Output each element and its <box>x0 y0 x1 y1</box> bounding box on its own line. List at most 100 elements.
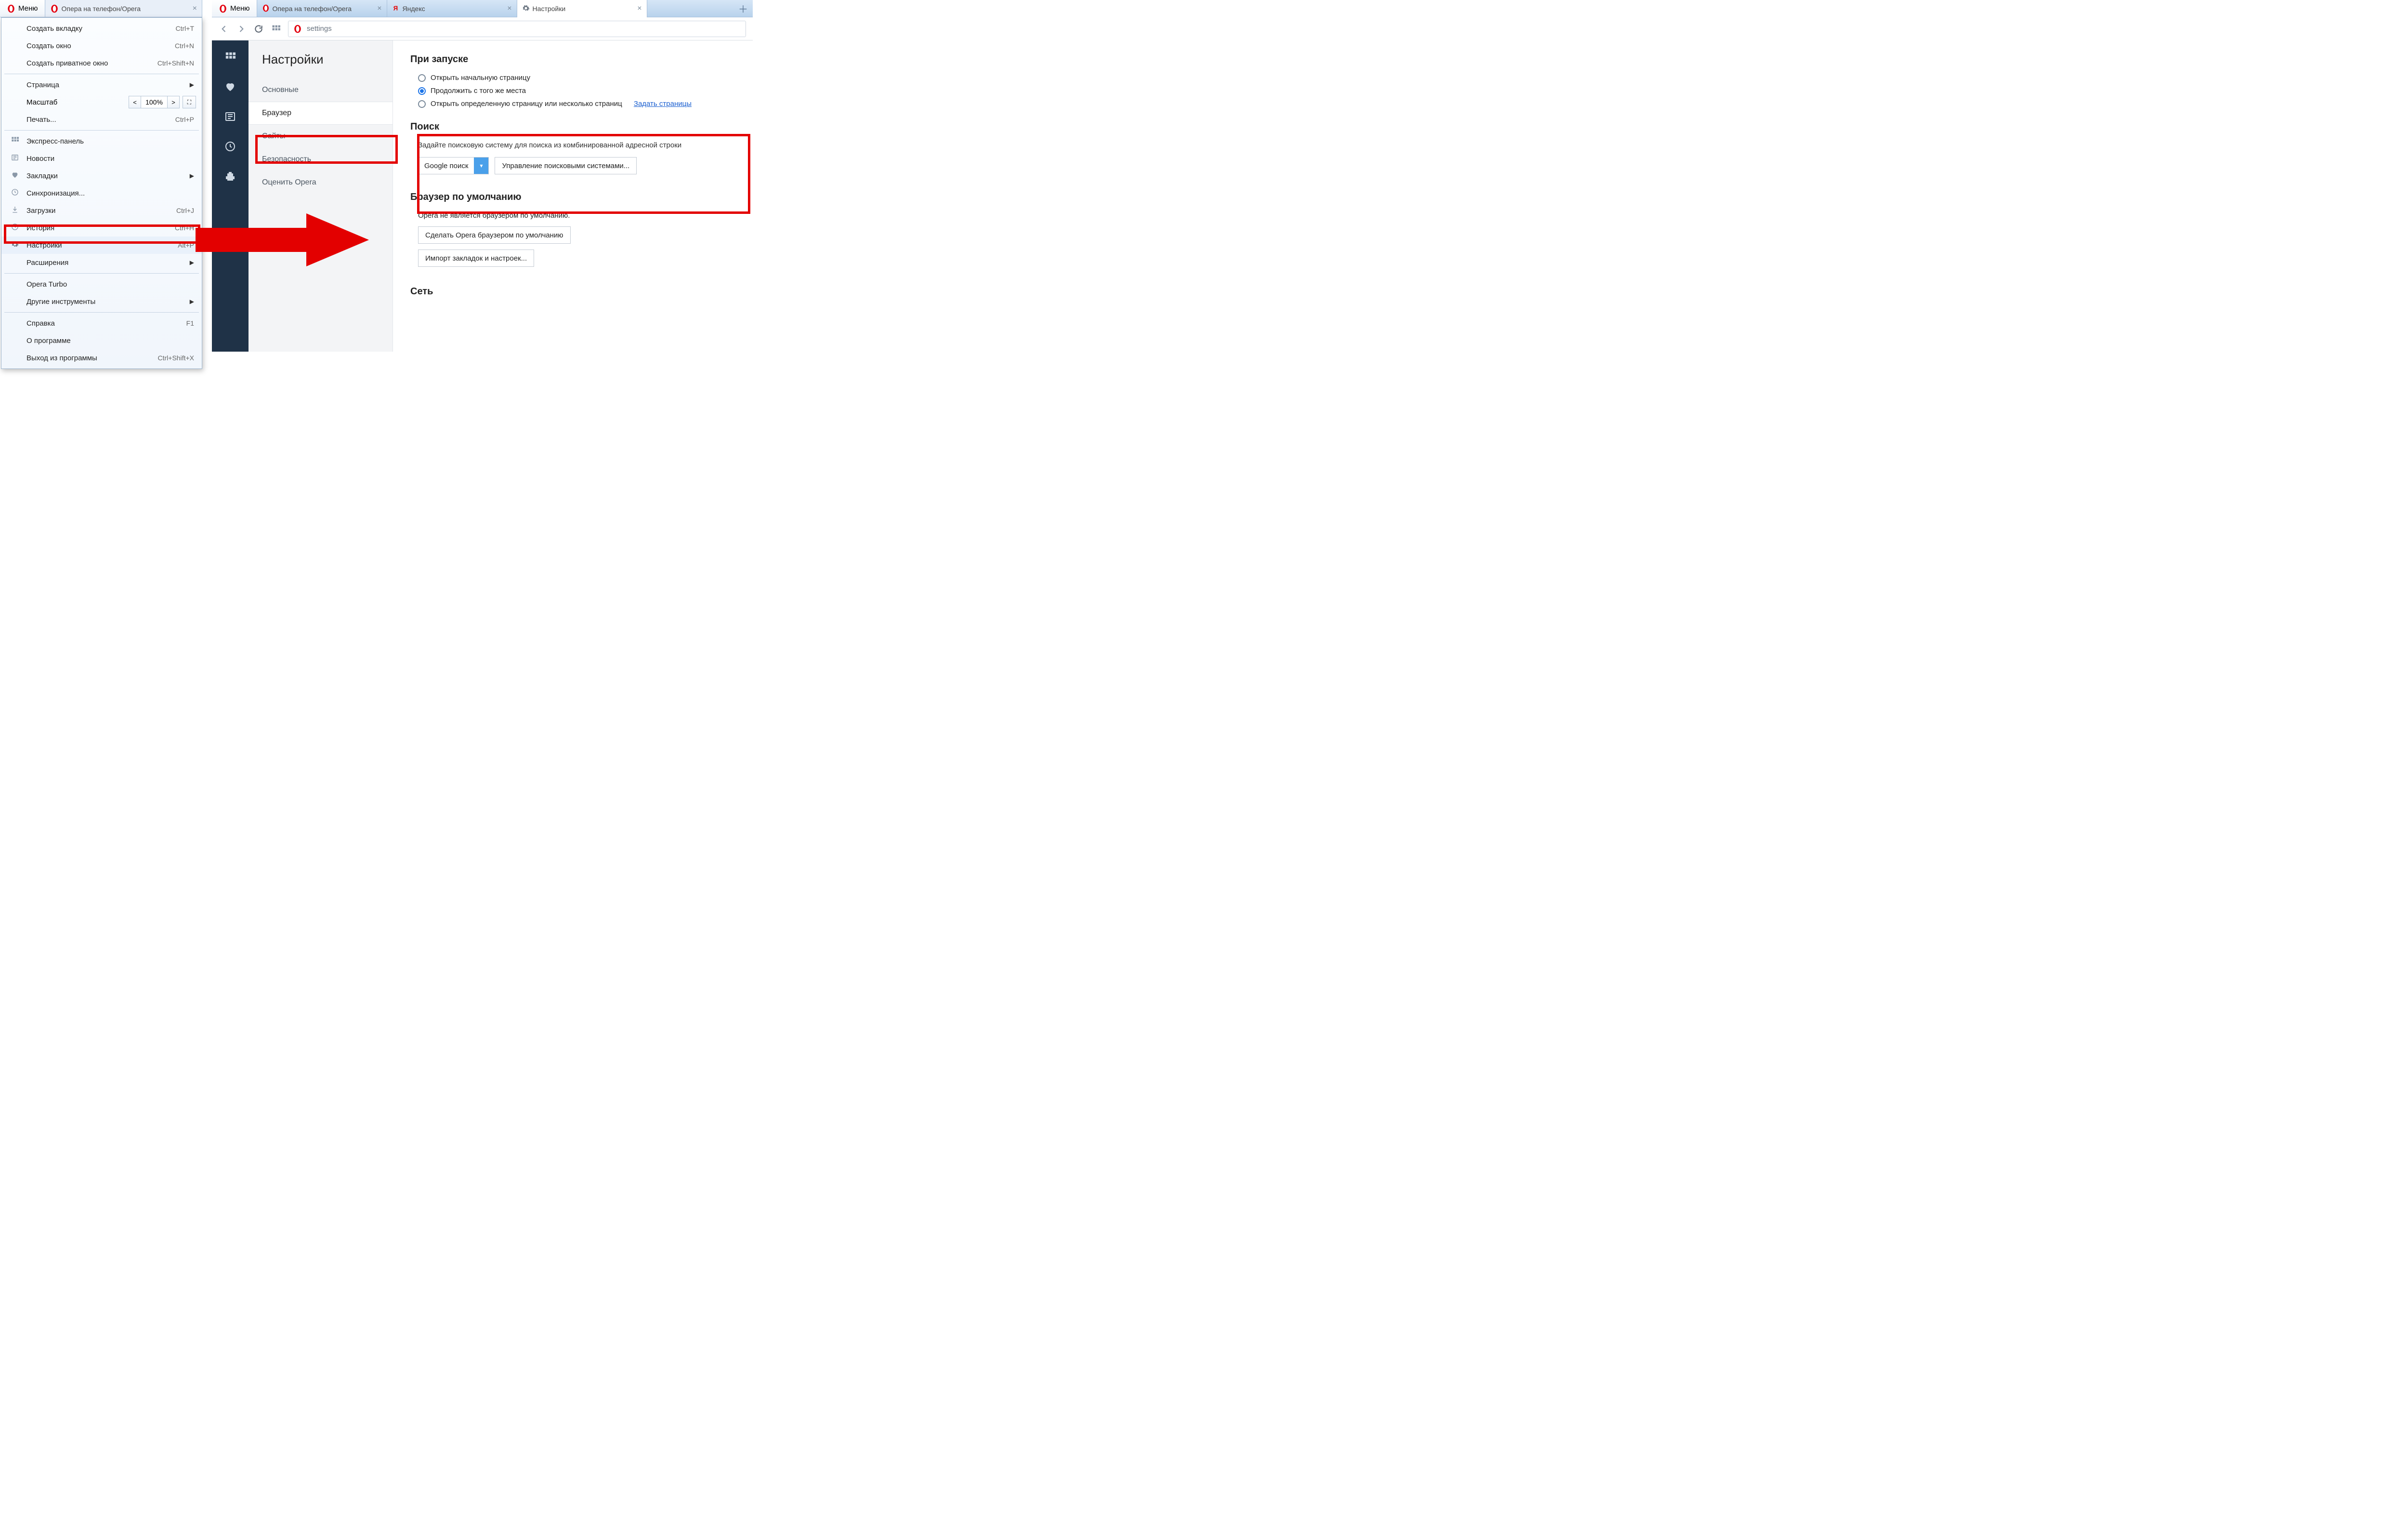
menu-item[interactable]: Создать вкладку Ctrl+T <box>1 20 202 37</box>
grid-icon <box>10 136 20 146</box>
menu-item[interactable]: ЗагрузкиCtrl+J <box>1 202 202 219</box>
tab[interactable]: Опера на телефон/Opera × <box>257 0 387 17</box>
rail-extensions-icon[interactable] <box>223 169 237 184</box>
menu-item[interactable]: Расширения ▶ <box>1 254 202 271</box>
menu-item[interactable]: Создать окноCtrl+N <box>1 37 202 54</box>
sidebar-item[interactable]: Оценить Opera <box>249 171 393 194</box>
submenu-arrow-icon: ▶ <box>190 172 194 179</box>
menu-item[interactable]: Выход из программы Ctrl+Shift+X <box>1 349 202 367</box>
menu-item[interactable]: Другие инструменты▶ <box>1 293 202 310</box>
rail-heart-icon[interactable] <box>223 79 237 94</box>
heart-icon <box>10 171 20 181</box>
menu-item-label: Новости <box>26 155 54 163</box>
search-heading: Поиск <box>410 121 735 132</box>
settings-content: При запуске Открыть начальную страницу П… <box>393 40 753 352</box>
close-icon[interactable]: × <box>377 4 381 13</box>
set-pages-link[interactable]: Задать страницы <box>634 100 692 108</box>
startup-heading: При запуске <box>410 54 735 65</box>
address-bar[interactable]: settings <box>288 21 746 37</box>
new-tab-button[interactable]: ＋ <box>733 0 753 17</box>
shortcut-label: Ctrl+H <box>175 224 194 232</box>
menu-button[interactable]: Меню <box>212 0 257 17</box>
sidebar-item[interactable]: Безопасность <box>249 148 393 171</box>
rail-history-icon[interactable] <box>223 139 237 154</box>
zoom-label: Масштаб <box>26 98 57 106</box>
tab-opera-phone[interactable]: Опера на телефон/Opera × <box>45 0 202 17</box>
rail-speeddial-icon[interactable] <box>223 49 237 65</box>
menu-item-label: Opera Turbo <box>26 280 67 289</box>
default-browser-heading: Браузер по умолчанию <box>410 192 735 203</box>
menu-item[interactable]: Экспресс-панель <box>1 132 202 150</box>
tab[interactable]: Настройки× <box>517 0 647 17</box>
menu-item-label: Выход из программы <box>26 354 97 362</box>
startup-option-specific[interactable]: Открыть определенную страницу или нескол… <box>418 100 735 108</box>
separator <box>4 130 199 131</box>
close-icon[interactable]: × <box>637 4 641 13</box>
settings-sidebar: Настройки ОсновныеБраузерСайтыБезопаснос… <box>249 40 393 352</box>
menu-zoom: Масштаб < 100% > ⛶ <box>1 93 202 111</box>
menu-item-label: Создать приватное окно <box>26 59 108 67</box>
manage-search-engines-button[interactable]: Управление поисковыми системами... <box>495 157 637 174</box>
menu-item[interactable]: История Ctrl+H <box>1 219 202 237</box>
menu-item[interactable]: Закладки▶ <box>1 167 202 184</box>
menu-item-label: Другие инструменты <box>26 298 95 306</box>
menu-item[interactable]: Справка F1 <box>1 315 202 332</box>
zoom-in-button[interactable]: > <box>167 96 180 108</box>
menu-item-label: О программе <box>26 337 71 345</box>
sidebar-item[interactable]: Основные <box>249 79 393 102</box>
menu-item-label: Справка <box>26 319 55 328</box>
import-bookmarks-button[interactable]: Импорт закладок и настроек... <box>418 250 534 267</box>
startup-option-home[interactable]: Открыть начальную страницу <box>418 74 735 82</box>
menu-item-label: Создать вкладку <box>26 25 82 33</box>
menu-item-label: Синхронизация... <box>26 189 85 197</box>
menu-item-label: Расширения <box>26 259 68 267</box>
menu-label: Меню <box>18 4 38 13</box>
back-button[interactable] <box>219 24 229 34</box>
main-menu-dropdown: Создать вкладкуCtrl+TСоздать окноCtrl+NС… <box>1 17 202 369</box>
zoom-out-button[interactable]: < <box>129 96 141 108</box>
menu-item[interactable]: О программе <box>1 332 202 349</box>
menu-item-label: Экспресс-панель <box>26 137 84 145</box>
sidebar-title: Настройки <box>249 52 393 79</box>
rail-news-icon[interactable] <box>223 109 237 124</box>
menu-item-label: Настройки <box>26 241 62 250</box>
opera-icon <box>219 4 227 13</box>
menu-item[interactable]: Новости <box>1 150 202 167</box>
fullscreen-button[interactable]: ⛶ <box>183 96 196 108</box>
make-default-button[interactable]: Сделать Opera браузером по умолчанию <box>418 226 571 244</box>
startup-option-continue[interactable]: Продолжить с того же места <box>418 87 735 95</box>
menu-item-label: История <box>26 224 54 232</box>
radio-icon <box>418 87 426 95</box>
tab[interactable]: ЯЯндекс× <box>387 0 517 17</box>
opera-icon <box>7 4 15 13</box>
close-icon[interactable]: × <box>507 4 511 13</box>
shortcut-label: Ctrl+T <box>176 25 195 32</box>
menu-item[interactable]: НастройкиAlt+P <box>1 237 202 254</box>
menu-page[interactable]: Страница ▶ <box>1 76 202 93</box>
speed-dial-button[interactable] <box>271 24 281 34</box>
sidebar-item[interactable]: Браузер <box>249 102 393 125</box>
forward-button[interactable] <box>236 24 247 34</box>
news-icon <box>10 154 20 164</box>
menu-button[interactable]: Меню <box>0 0 45 17</box>
menu-item[interactable]: Opera Turbo <box>1 276 202 293</box>
search-description: Задайте поисковую систему для поиска из … <box>410 141 735 149</box>
reload-button[interactable] <box>253 24 264 34</box>
radio-icon <box>418 74 426 82</box>
search-engine-select[interactable]: Google поиск ▾ <box>418 157 489 174</box>
shortcut-label: Ctrl+Shift+X <box>158 354 194 362</box>
url-text: settings <box>307 25 332 33</box>
network-heading: Сеть <box>410 286 735 297</box>
submenu-arrow-icon: ▶ <box>190 259 194 266</box>
tab-title: Опера на телефон/Opera <box>273 5 352 13</box>
shortcut-label: F1 <box>186 319 194 327</box>
menu-item[interactable]: Синхронизация... <box>1 184 202 202</box>
menu-print[interactable]: Печать... Ctrl+P <box>1 111 202 128</box>
sidebar-item[interactable]: Сайты <box>249 125 393 148</box>
zoom-value: 100% <box>141 96 167 108</box>
close-icon[interactable]: × <box>193 4 197 13</box>
separator <box>4 273 199 274</box>
clock-icon <box>10 188 20 198</box>
left-rail <box>212 40 249 352</box>
menu-item[interactable]: Создать приватное окноCtrl+Shift+N <box>1 54 202 72</box>
